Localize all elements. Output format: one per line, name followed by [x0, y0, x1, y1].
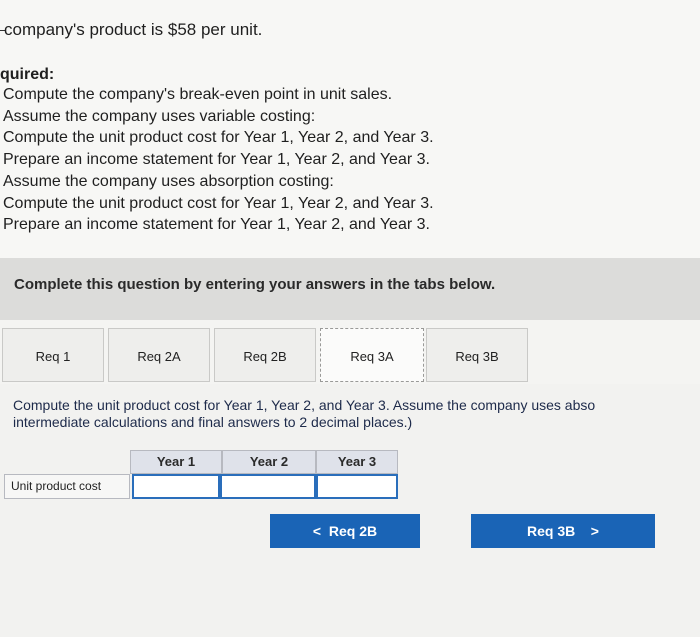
problem-statement: company's product is $58 per unit. quire…	[0, 0, 700, 258]
year-3-cost-input[interactable]	[316, 474, 398, 499]
tab-label: Req 3B	[455, 349, 499, 364]
tab-label: Req 2A	[137, 349, 181, 364]
required-item: Assume the company uses variable costing…	[3, 107, 316, 125]
year-1-cost-input[interactable]	[132, 474, 220, 499]
intro-line: company's product is $58 per unit.	[4, 20, 263, 39]
prev-req-2b-button[interactable]: < Req 2B	[270, 514, 420, 548]
tab-req-3b[interactable]: Req 3B	[426, 328, 528, 382]
year-2-cost-input[interactable]	[220, 474, 316, 499]
required-list: Compute the company's break-even point i…	[3, 84, 434, 236]
column-header-year-1: Year 1	[130, 450, 222, 474]
tab-req-1[interactable]: Req 1	[2, 328, 104, 382]
tab-label: Req 1	[35, 349, 71, 364]
required-heading: quired:	[0, 66, 55, 83]
row-label-unit-product-cost: Unit product cost	[4, 474, 130, 499]
required-item: Compute the unit product cost for Year 1…	[3, 129, 434, 147]
tab-req-2b[interactable]: Req 2B	[214, 328, 316, 382]
required-item: Assume the company uses absorption costi…	[3, 172, 334, 190]
tab-req-2a[interactable]: Req 2A	[108, 328, 210, 382]
required-item: Prepare an income statement for Year 1, …	[3, 151, 430, 169]
prev-button-label: Req 2B	[328, 523, 378, 539]
chevron-left-icon: <	[312, 523, 322, 539]
tab-bar: Req 1 Req 2A Req 2B Req 3A Req 3B	[2, 328, 532, 384]
required-item: Prepare an income statement for Year 1, …	[3, 216, 430, 234]
column-header-year-3: Year 3	[316, 450, 398, 474]
tab-label: Req 2B	[243, 349, 287, 364]
required-item: Compute the company's break-even point i…	[3, 86, 393, 103]
instruction-line: intermediate calculations and final answ…	[13, 414, 413, 430]
required-item: Compute the unit product cost for Year 1…	[3, 194, 434, 212]
tab-instruction: Compute the unit product cost for Year 1…	[13, 397, 700, 431]
tab-req-3a[interactable]: Req 3A	[320, 328, 424, 382]
tab-label: Req 3A	[350, 349, 394, 364]
band-text: Complete this question by entering your …	[14, 276, 496, 293]
column-header-year-2: Year 2	[222, 450, 316, 474]
next-button-label: Req 3B	[527, 523, 576, 539]
next-req-3b-button[interactable]: Req 3B >	[471, 514, 655, 548]
chevron-right-icon: >	[590, 523, 599, 539]
instruction-line: Compute the unit product cost for Year 1…	[13, 397, 596, 413]
